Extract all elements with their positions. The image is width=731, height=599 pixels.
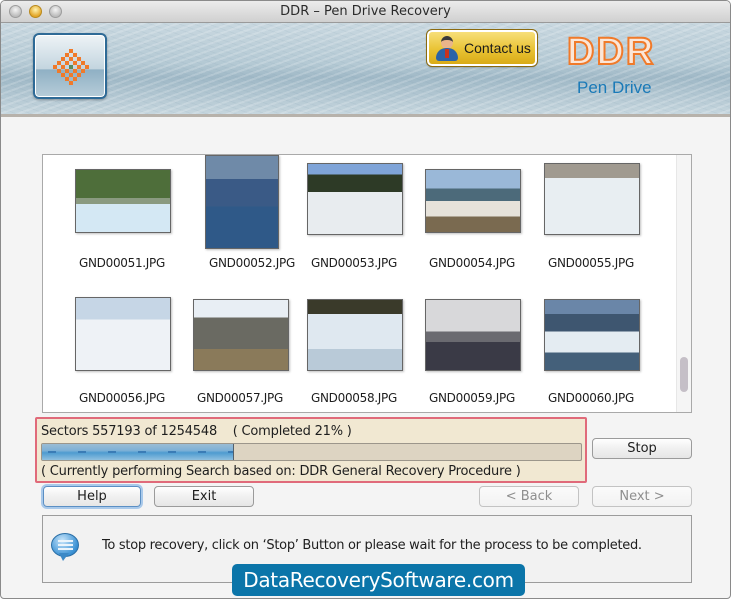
contact-us-label: Contact us — [464, 40, 531, 56]
zoom-button[interactable] — [49, 5, 62, 18]
header-banner: Contact us DDR Pen Drive — [1, 23, 730, 117]
file-name-label: GND00054.JPG — [429, 256, 515, 270]
brand-title: DDR — [566, 30, 656, 74]
photo-thumbnail[interactable] — [544, 299, 640, 371]
photo-thumbnail[interactable] — [75, 297, 171, 371]
file-name-label: GND00053.JPG — [311, 256, 397, 270]
ddr-grid-logo-icon — [53, 49, 89, 85]
photo-thumbnail[interactable] — [307, 299, 403, 371]
photo-thumbnail[interactable] — [193, 299, 289, 371]
progress-panel: Sectors 557193 of 1254548 ( Completed 21… — [35, 417, 587, 483]
file-name-label: GND00059.JPG — [429, 391, 515, 405]
website-watermark: DataRecoverySoftware.com — [232, 564, 525, 596]
gallery-scrollbar[interactable] — [676, 155, 691, 412]
gallery-item[interactable]: GND00051.JPG — [43, 155, 171, 285]
brand-subtitle: Pen Drive — [577, 78, 652, 97]
minimize-button[interactable] — [29, 5, 42, 18]
gallery-item[interactable]: GND00056.JPG — [43, 297, 171, 412]
photo-thumbnail[interactable] — [544, 163, 640, 235]
photo-thumbnail[interactable] — [75, 169, 171, 233]
progress-fill — [42, 444, 235, 460]
gallery-item[interactable]: GND00054.JPG — [397, 155, 521, 285]
info-message: To stop recovery, click on ‘Stop’ Button… — [102, 538, 642, 553]
gallery-item[interactable]: GND00055.JPG — [515, 155, 640, 285]
photo-thumbnail[interactable] — [425, 299, 521, 371]
gallery-item[interactable]: GND00053.JPG — [279, 155, 403, 285]
exit-button[interactable]: Exit — [154, 486, 254, 507]
photo-thumbnail[interactable] — [307, 163, 403, 235]
photo-thumbnail[interactable] — [205, 155, 279, 249]
close-button[interactable] — [9, 5, 22, 18]
next-button[interactable]: Next > — [592, 486, 692, 507]
file-name-label: GND00055.JPG — [548, 256, 634, 270]
file-name-label: GND00058.JPG — [311, 391, 397, 405]
recovery-status-text: ( Currently performing Search based on: … — [41, 464, 521, 479]
back-button[interactable]: < Back — [479, 486, 579, 507]
gallery-item[interactable]: GND00058.JPG — [279, 297, 403, 412]
gallery-item[interactable]: GND00052.JPG — [161, 155, 295, 285]
help-button[interactable]: Help — [43, 486, 141, 507]
scrollbar-thumb[interactable] — [680, 357, 688, 392]
photo-thumbnail[interactable] — [425, 169, 521, 233]
speech-bubble-icon — [51, 533, 81, 563]
stop-button[interactable]: Stop — [592, 438, 692, 459]
support-person-icon — [435, 35, 459, 61]
recovered-files-gallery[interactable]: GND00051.JPG GND00052.JPG GND00053.JPG GND0… — [42, 154, 692, 413]
title-bar: DDR – Pen Drive Recovery — [1, 1, 730, 23]
progress-bar — [41, 443, 582, 461]
window-title: DDR – Pen Drive Recovery — [280, 4, 451, 19]
sectors-progress-text: Sectors 557193 of 1254548 ( Completed 21… — [41, 424, 352, 439]
gallery-item[interactable]: GND00059.JPG — [397, 297, 521, 412]
contact-us-button[interactable]: Contact us — [426, 29, 538, 67]
app-logo — [33, 33, 107, 99]
gallery-item[interactable]: GND00057.JPG — [161, 297, 289, 412]
file-name-label: GND00060.JPG — [548, 391, 634, 405]
gallery-item[interactable]: GND00060.JPG — [515, 297, 640, 412]
app-window: DDR – Pen Drive Recovery Contact us DDR … — [0, 0, 731, 599]
